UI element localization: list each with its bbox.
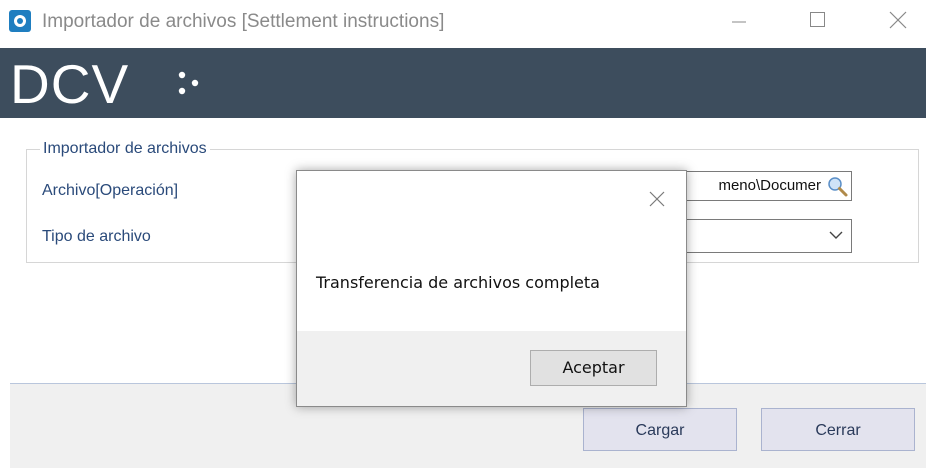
logo-dots-icon <box>178 71 199 95</box>
close-icon <box>649 191 665 207</box>
dialog-close-button[interactable] <box>648 190 666 213</box>
title-bar: Importador de archivos [Settlement instr… <box>0 0 926 48</box>
close-icon <box>889 11 907 29</box>
minimize-button[interactable] <box>702 0 748 44</box>
group-title: Importador de archivos <box>40 140 210 158</box>
archivo-input-value: meno\Documer <box>718 177 821 194</box>
window-title: Importador de archivos [Settlement instr… <box>42 11 445 32</box>
chevron-down-icon <box>829 231 843 239</box>
minimize-icon <box>732 21 746 23</box>
maximize-button[interactable] <box>794 0 840 44</box>
cargar-button[interactable]: Cargar <box>583 408 737 451</box>
archivo-label: Archivo[Operación] <box>42 182 179 199</box>
tipo-label: Tipo de archivo <box>42 228 151 245</box>
close-button[interactable] <box>876 0 922 44</box>
browse-button[interactable] <box>825 174 849 198</box>
message-dialog: Transferencia de archivos completa Acept… <box>296 170 687 407</box>
app-icon <box>9 10 31 32</box>
dialog-message: Transferencia de archivos completa <box>316 273 600 292</box>
accept-button[interactable]: Aceptar <box>530 350 657 386</box>
search-icon <box>828 177 848 197</box>
logo-text: DCV <box>10 53 130 115</box>
maximize-icon <box>810 12 825 27</box>
brand-banner: DCV <box>0 48 926 118</box>
cerrar-button[interactable]: Cerrar <box>761 408 915 451</box>
